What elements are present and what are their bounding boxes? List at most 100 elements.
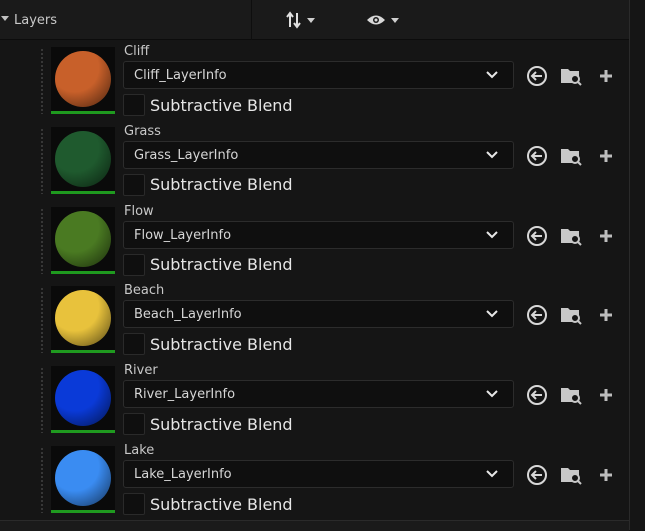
chevron-down-icon — [486, 390, 498, 398]
layer-info-combo[interactable]: Grass_LayerInfo — [123, 140, 514, 169]
layer-name: Cliff — [124, 44, 150, 59]
add-button[interactable] — [594, 463, 618, 487]
drag-handle-icon[interactable] — [40, 367, 44, 434]
layer-thumbnail[interactable] — [51, 47, 115, 114]
use-selected-asset-icon — [527, 66, 547, 86]
layer-info-combo[interactable]: Flow_LayerInfo — [123, 220, 514, 249]
browse-folder-icon — [561, 148, 582, 166]
layer-row: Beach Beach_LayerInfo Subtractive Blend — [0, 280, 629, 360]
layer-thumbnail[interactable] — [51, 126, 115, 194]
add-icon — [600, 309, 612, 322]
layer-info-combo[interactable]: River_LayerInfo — [123, 380, 514, 409]
layer-thumbnail[interactable] — [51, 286, 115, 354]
use-selected-asset-button[interactable] — [525, 463, 549, 487]
chevron-down-icon — [391, 17, 399, 23]
layer-list: Cliff Cliff_LayerInfo Subtractive Blend — [0, 41, 629, 521]
subtractive-blend-label: Subtractive Blend — [150, 494, 293, 514]
chevron-down-icon — [486, 310, 498, 318]
browse-button[interactable] — [559, 383, 583, 407]
drag-handle-icon[interactable] — [40, 447, 44, 513]
chevron-down-icon — [486, 71, 498, 79]
layer-row: River River_LayerInfo Subtractive Blend — [0, 360, 629, 440]
chevron-down-icon — [486, 230, 498, 239]
layer-thumbnail[interactable] — [51, 206, 115, 274]
add-button[interactable] — [594, 144, 618, 168]
use-selected-asset-icon — [527, 305, 547, 326]
scrollbar-track[interactable] — [629, 0, 645, 530]
visibility-button[interactable] — [366, 10, 399, 30]
layer-thumbnail[interactable] — [51, 366, 115, 434]
browse-folder-icon — [561, 308, 582, 326]
material-sphere — [55, 370, 111, 427]
layer-info-value: Beach_LayerInfo — [134, 307, 242, 323]
browse-button[interactable] — [559, 463, 583, 487]
layer-row: Grass Grass_LayerInfo Subtractive Blend — [0, 121, 629, 201]
layer-row: Cliff Cliff_LayerInfo Subtractive Blend — [0, 41, 629, 121]
add-icon — [600, 229, 612, 242]
add-button[interactable] — [594, 303, 618, 327]
layer-info-combo[interactable]: Cliff_LayerInfo — [123, 61, 514, 89]
browse-folder-icon — [561, 69, 582, 86]
drag-handle-icon[interactable] — [40, 127, 44, 194]
chevron-down-icon — [486, 470, 498, 478]
browse-button[interactable] — [559, 64, 583, 88]
subtractive-blend-checkbox[interactable] — [123, 173, 145, 196]
browse-folder-icon — [561, 468, 582, 485]
section-title: Layers — [14, 13, 58, 28]
layer-row: Lake Lake_LayerInfo Subtractive Blend — [0, 440, 629, 520]
add-icon — [600, 70, 612, 82]
use-selected-asset-button[interactable] — [525, 224, 549, 248]
add-button[interactable] — [594, 224, 618, 248]
use-selected-asset-icon — [527, 225, 547, 246]
layer-thumbnail[interactable] — [51, 446, 115, 513]
use-selected-asset-button[interactable] — [525, 144, 549, 168]
sort-arrows-icon — [286, 11, 301, 29]
material-sphere — [55, 130, 111, 187]
add-button[interactable] — [594, 64, 618, 88]
use-selected-asset-icon — [527, 465, 547, 485]
subtractive-blend-option: Subtractive Blend — [123, 412, 293, 436]
subtractive-blend-label: Subtractive Blend — [150, 95, 293, 115]
browse-button[interactable] — [559, 224, 583, 248]
drag-handle-icon[interactable] — [40, 48, 44, 114]
layer-info-combo[interactable]: Beach_LayerInfo — [123, 300, 514, 329]
layer-info-value: Lake_LayerInfo — [134, 467, 232, 482]
sort-button[interactable] — [286, 10, 315, 30]
browse-button[interactable] — [559, 303, 583, 327]
use-selected-asset-button[interactable] — [525, 383, 549, 407]
layer-row: Flow Flow_LayerInfo Subtractive Blend — [0, 201, 629, 281]
subtractive-blend-checkbox[interactable] — [123, 413, 145, 436]
subtractive-blend-checkbox[interactable] — [123, 253, 145, 276]
layer-name: River — [124, 363, 158, 379]
chevron-down-icon — [486, 151, 498, 159]
subtractive-blend-label: Subtractive Blend — [150, 175, 293, 195]
subtractive-blend-option: Subtractive Blend — [123, 173, 293, 197]
drag-handle-icon[interactable] — [40, 207, 44, 274]
material-sphere — [55, 290, 111, 347]
material-sphere — [55, 51, 111, 107]
add-button[interactable] — [594, 383, 618, 407]
chevron-down-icon — [307, 17, 315, 23]
subtractive-blend-checkbox[interactable] — [123, 493, 145, 515]
use-selected-asset-icon — [527, 385, 547, 406]
layer-info-combo[interactable]: Lake_LayerInfo — [123, 460, 514, 488]
layer-name: Beach — [124, 283, 165, 299]
add-icon — [600, 469, 612, 481]
subtractive-blend-option: Subtractive Blend — [123, 492, 293, 516]
add-icon — [600, 149, 612, 162]
subtractive-blend-option: Subtractive Blend — [123, 253, 293, 277]
layer-name: Lake — [124, 443, 155, 458]
subtractive-blend-checkbox[interactable] — [123, 333, 145, 356]
drag-handle-icon[interactable] — [40, 287, 44, 354]
collapse-arrow-icon[interactable] — [1, 16, 9, 21]
layer-info-value: Flow_LayerInfo — [134, 227, 232, 243]
use-selected-asset-icon — [527, 145, 547, 166]
browse-button[interactable] — [559, 144, 583, 168]
layer-info-value: Cliff_LayerInfo — [134, 68, 227, 83]
add-icon — [600, 389, 612, 402]
use-selected-asset-button[interactable] — [525, 303, 549, 327]
use-selected-asset-button[interactable] — [525, 64, 549, 88]
material-sphere — [55, 450, 111, 506]
subtractive-blend-checkbox[interactable] — [123, 94, 145, 116]
layer-info-value: River_LayerInfo — [134, 387, 236, 403]
